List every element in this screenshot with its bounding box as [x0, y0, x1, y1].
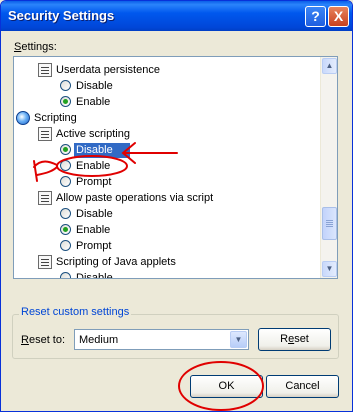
radio-label: Enable: [76, 96, 111, 108]
radio-label: Enable: [76, 160, 111, 172]
setting-item[interactable]: Scripting of Java applets: [38, 255, 314, 270]
script-icon: [38, 191, 52, 205]
chevron-down-icon[interactable]: ▼: [230, 331, 247, 348]
radio-label: Enable: [76, 224, 111, 236]
radio-label: Prompt: [76, 176, 112, 188]
ok-button[interactable]: OK: [190, 375, 263, 398]
reset-to-label: Reset to:: [21, 334, 66, 346]
radio-option[interactable]: Disable: [60, 143, 314, 158]
radio-option[interactable]: Prompt: [60, 239, 314, 254]
script-icon: [38, 63, 52, 77]
reset-level-value: Medium: [79, 334, 119, 346]
window-title: Security Settings: [8, 8, 115, 23]
radio-option[interactable]: Enable: [60, 95, 314, 110]
setting-label: Allow paste operations via script: [56, 192, 214, 204]
setting-label: Userdata persistence: [56, 64, 160, 76]
category-item[interactable]: Scripting: [16, 111, 314, 126]
radio-option[interactable]: Disable: [60, 79, 314, 94]
category-label: Scripting: [34, 112, 77, 124]
radio-button[interactable]: [60, 80, 71, 91]
reset-level-dropdown[interactable]: Medium ▼: [74, 329, 249, 350]
radio-button[interactable]: [60, 224, 71, 235]
settings-label: Settings:: [14, 41, 57, 53]
setting-item[interactable]: Allow paste operations via script: [38, 191, 314, 206]
reset-button[interactable]: Reset: [258, 328, 331, 351]
setting-item[interactable]: Userdata persistence: [38, 63, 314, 78]
title-bar[interactable]: Security Settings ? X: [1, 1, 352, 31]
radio-option[interactable]: Enable: [60, 159, 314, 174]
radio-label: Disable: [76, 144, 113, 156]
close-button[interactable]: X: [328, 6, 349, 27]
radio-button[interactable]: [60, 240, 71, 251]
radio-button[interactable]: [60, 96, 71, 107]
radio-option[interactable]: Disable: [60, 271, 314, 279]
reset-group-label: Reset custom settings: [19, 306, 132, 318]
setting-label: Active scripting: [56, 128, 130, 140]
radio-option[interactable]: Enable: [60, 223, 314, 238]
radio-button[interactable]: [60, 160, 71, 171]
radio-label: Prompt: [76, 240, 112, 252]
radio-button[interactable]: [60, 208, 71, 219]
script-icon: [38, 127, 52, 141]
radio-option[interactable]: Disable: [60, 207, 314, 222]
radio-button[interactable]: [60, 144, 71, 155]
radio-label: Disable: [76, 208, 113, 220]
security-settings-dialog: Security Settings ? X Settings: ▲ ▼ User…: [0, 0, 353, 412]
vertical-scrollbar[interactable]: ▲ ▼: [320, 57, 337, 278]
radio-button[interactable]: [60, 272, 71, 278]
settings-tree[interactable]: ▲ ▼ Userdata persistence Disable Enable Scr…: [13, 56, 338, 279]
cancel-button[interactable]: Cancel: [266, 375, 339, 398]
globe-icon: [16, 111, 30, 125]
radio-option[interactable]: Prompt: [60, 175, 314, 190]
radio-label: Disable: [76, 80, 113, 92]
help-button[interactable]: ?: [305, 6, 326, 27]
radio-button[interactable]: [60, 176, 71, 187]
setting-item[interactable]: Active scripting: [38, 127, 314, 142]
scroll-down-button[interactable]: ▼: [322, 261, 337, 277]
radio-label: Disable: [76, 272, 113, 279]
scroll-up-button[interactable]: ▲: [322, 58, 337, 74]
setting-label: Scripting of Java applets: [56, 256, 176, 268]
scroll-thumb[interactable]: [322, 207, 337, 240]
script-icon: [38, 255, 52, 269]
